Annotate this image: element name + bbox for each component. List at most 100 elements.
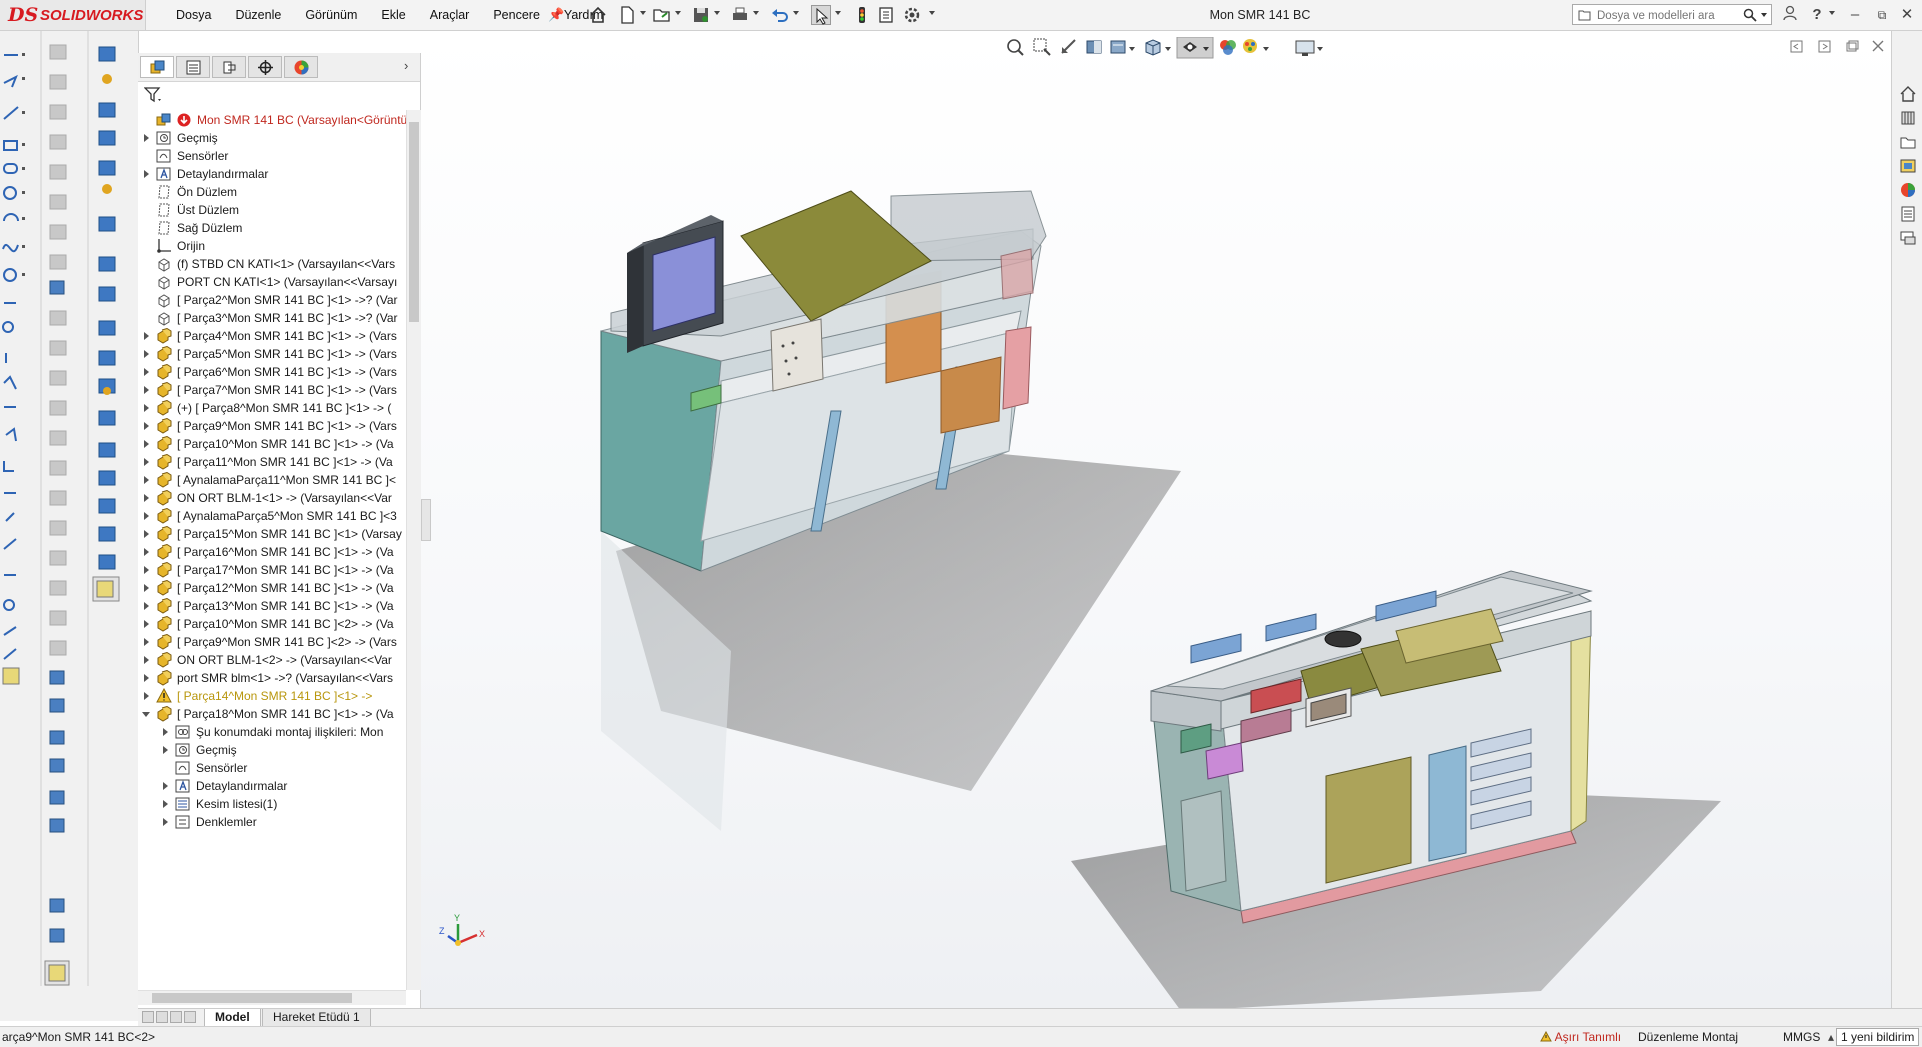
- section-view-icon[interactable]: [1086, 40, 1102, 54]
- tree-item[interactable]: [ AynalamaParça5^Mon SMR 141 BC ]<3: [138, 506, 406, 526]
- tree-item[interactable]: Şu konumdaki montaj ilişkileri: Mon: [138, 722, 406, 742]
- tree-item[interactable]: Sağ Düzlem: [138, 218, 406, 238]
- custom-properties-icon[interactable]: [1899, 205, 1917, 223]
- tree-item[interactable]: port SMR blm<1> ->? (Varsayılan<<Vars: [138, 668, 406, 688]
- appearances-scenes-icon[interactable]: [1899, 181, 1917, 199]
- tab-last-icon[interactable]: [184, 1011, 196, 1023]
- menu-insert[interactable]: Ekle: [369, 0, 417, 30]
- tree-item[interactable]: [ Parça13^Mon SMR 141 BC ]<1> -> (Va: [138, 596, 406, 616]
- undo-dropdown-icon[interactable]: [793, 11, 799, 15]
- assembly-3d-view[interactable]: Y X Z: [421, 31, 1891, 1008]
- search-input[interactable]: [1595, 6, 1749, 25]
- forum-icon[interactable]: [1899, 229, 1917, 247]
- viewport-collapse-left-icon[interactable]: [1790, 40, 1803, 53]
- viewport-collapse-right-icon[interactable]: [1818, 40, 1831, 53]
- tree-item[interactable]: [ Parça16^Mon SMR 141 BC ]<1> -> (Va: [138, 542, 406, 562]
- print-icon[interactable]: [730, 5, 750, 25]
- tree-item[interactable]: [ Parça9^Mon SMR 141 BC ]<2> -> (Vars: [138, 632, 406, 652]
- viewport-close-icon[interactable]: [1872, 40, 1884, 52]
- scrollbar-thumb[interactable]: [152, 993, 352, 1003]
- expand-arrow-icon[interactable]: [144, 368, 149, 376]
- save-dropdown-icon[interactable]: [714, 11, 720, 15]
- restore-icon[interactable]: ⧉: [1873, 5, 1891, 25]
- graphics-area[interactable]: Y X Z: [421, 31, 1891, 1008]
- tree-item[interactable]: [ Parça3^Mon SMR 141 BC ]<1> ->? (Var: [138, 308, 406, 328]
- view-dropdown-icon[interactable]: [1129, 47, 1135, 51]
- tree-item[interactable]: [ Parça6^Mon SMR 141 BC ]<1> -> (Vars: [138, 362, 406, 382]
- open-dropdown-icon[interactable]: [675, 11, 681, 15]
- edit-appearance-icon[interactable]: [1243, 39, 1257, 53]
- scrollbar-thumb[interactable]: [409, 122, 419, 322]
- sketch-and-feature-tools[interactable]: [0, 31, 138, 1021]
- dimxpert-tab[interactable]: [248, 56, 282, 78]
- tree-item[interactable]: [ Parça4^Mon SMR 141 BC ]<1> -> (Vars: [138, 326, 406, 346]
- home-icon[interactable]: [588, 5, 608, 25]
- tab-model[interactable]: Model: [204, 1009, 261, 1027]
- design-library-icon[interactable]: [1899, 109, 1917, 127]
- search-icon[interactable]: [1743, 8, 1757, 25]
- zoom-to-fit-icon[interactable]: [1007, 39, 1024, 56]
- expand-arrow-icon[interactable]: [144, 476, 149, 484]
- tree-item[interactable]: [ Parça10^Mon SMR 141 BC ]<2> -> (Va: [138, 614, 406, 634]
- open-icon[interactable]: [652, 5, 672, 25]
- viewport-restore-icon[interactable]: [1846, 40, 1859, 52]
- tree-item[interactable]: ON ORT BLM-1<1> -> (Varsayılan<<Var: [138, 488, 406, 508]
- tab-prev-icon[interactable]: [156, 1011, 168, 1023]
- menu-file[interactable]: Dosya: [164, 0, 223, 30]
- tree-root-item[interactable]: Mon SMR 141 BC (Varsayılan<Görüntü D: [138, 110, 406, 130]
- panel-splitter-handle[interactable]: [421, 499, 431, 541]
- expand-arrow-icon[interactable]: [144, 656, 149, 664]
- help-dropdown-icon[interactable]: [1829, 11, 1835, 15]
- solidworks-resources-icon[interactable]: [1899, 85, 1917, 103]
- select-icon[interactable]: [811, 5, 831, 25]
- expand-arrow-icon[interactable]: [144, 422, 149, 430]
- tree-item[interactable]: Detaylandırmalar: [138, 776, 406, 796]
- expand-arrow-icon[interactable]: [163, 800, 168, 808]
- rebuild-icon[interactable]: [852, 5, 872, 25]
- menu-edit[interactable]: Düzenle: [223, 0, 293, 30]
- tree-item[interactable]: [ Parça12^Mon SMR 141 BC ]<1> -> (Va: [138, 578, 406, 598]
- tree-item[interactable]: Ön Düzlem: [138, 182, 406, 202]
- menu-view[interactable]: Görünüm: [293, 0, 369, 30]
- expand-arrow-icon[interactable]: [163, 782, 168, 790]
- tree-item[interactable]: Denklemler: [138, 812, 406, 832]
- expand-arrow-icon[interactable]: [144, 350, 149, 358]
- tree-item[interactable]: ON ORT BLM-1<2> -> (Varsayılan<<Var: [138, 650, 406, 670]
- tree-item[interactable]: Orijin: [138, 236, 406, 256]
- property-manager-tab[interactable]: [176, 56, 210, 78]
- tree-item[interactable]: Sensörler: [138, 758, 406, 778]
- notification-badge[interactable]: 1 yeni bildirim: [1836, 1028, 1920, 1046]
- panel-expand-chevron-icon[interactable]: ›: [404, 58, 408, 73]
- menu-window[interactable]: Pencere: [481, 0, 552, 30]
- menu-tools[interactable]: Araçlar: [418, 0, 482, 30]
- expand-arrow-icon[interactable]: [144, 620, 149, 628]
- options-dropdown-icon[interactable]: [929, 11, 935, 15]
- tree-item[interactable]: [ Parça7^Mon SMR 141 BC ]<1> -> (Vars: [138, 380, 406, 400]
- orientation-dropdown-icon[interactable]: [1165, 47, 1171, 51]
- help-icon[interactable]: ?: [1808, 5, 1826, 25]
- tree-item[interactable]: [ Parça15^Mon SMR 141 BC ]<1> (Varsay: [138, 524, 406, 544]
- tree-item[interactable]: Kesim listesi(1): [138, 794, 406, 814]
- undo-icon[interactable]: [770, 5, 790, 25]
- expand-arrow-icon[interactable]: [144, 584, 149, 592]
- tree-item[interactable]: [ Parça10^Mon SMR 141 BC ]<1> -> (Va: [138, 434, 406, 454]
- collapse-arrow-icon[interactable]: [142, 712, 150, 717]
- expand-arrow-icon[interactable]: [144, 494, 149, 502]
- tree-item[interactable]: Geçmiş: [138, 740, 406, 760]
- tree-filter-icon[interactable]: [143, 87, 162, 106]
- view-settings-icon[interactable]: [1294, 38, 1324, 61]
- search-dropdown-icon[interactable]: [1761, 13, 1767, 17]
- assembly-model-front-view[interactable]: [600, 190, 1181, 831]
- expand-arrow-icon[interactable]: [163, 728, 168, 736]
- search-scope-icon[interactable]: [1578, 9, 1591, 24]
- expand-arrow-icon[interactable]: [144, 440, 149, 448]
- save-icon[interactable]: [691, 5, 711, 25]
- solidworks-logo[interactable]: DS SOLIDWORKS: [0, 0, 146, 30]
- tree-item[interactable]: [ Parça18^Mon SMR 141 BC ]<1> -> (Va: [138, 704, 406, 724]
- appearance-dropdown-icon[interactable]: [1263, 47, 1269, 51]
- hide-show-items-icon[interactable]: [1220, 40, 1236, 55]
- minimize-icon[interactable]: –: [1846, 5, 1864, 25]
- expand-arrow-icon[interactable]: [144, 692, 149, 700]
- close-icon[interactable]: ✕: [1898, 5, 1916, 25]
- file-explorer-icon[interactable]: [1899, 133, 1917, 151]
